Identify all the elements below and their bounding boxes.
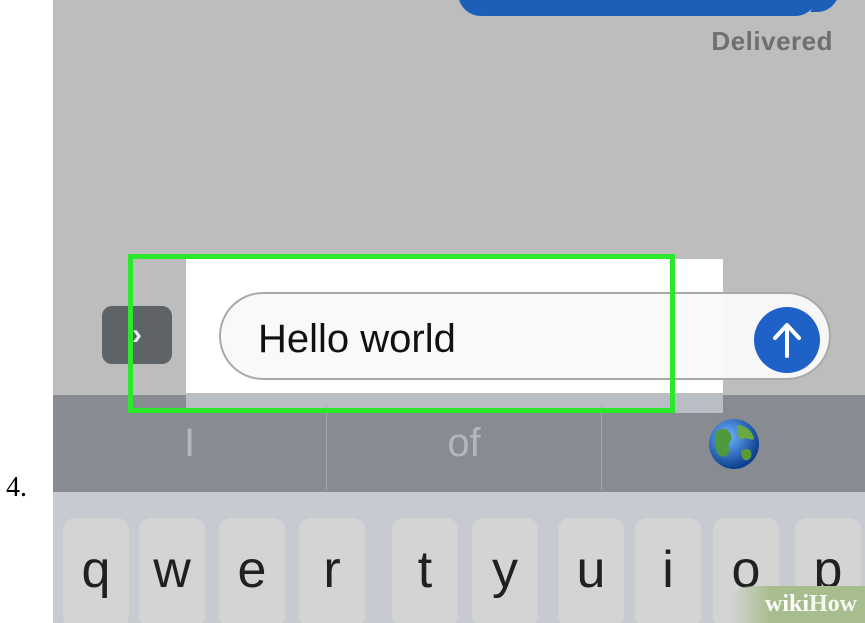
highlight-box [128, 254, 675, 413]
globe-emoji-icon [708, 418, 759, 469]
key-e[interactable]: e [219, 518, 285, 623]
step-number: 4. [6, 472, 27, 503]
key-u[interactable]: u [558, 518, 624, 623]
key-w[interactable]: w [139, 518, 205, 623]
chat-area: Delivered [53, 0, 865, 290]
key-y[interactable]: y [472, 518, 538, 623]
wikihow-watermark: wiki How [730, 586, 865, 623]
send-button[interactable] [754, 307, 820, 373]
key-q[interactable]: q [63, 518, 129, 623]
key-t[interactable]: t [392, 518, 458, 623]
sent-message-bubble[interactable] [458, 0, 818, 16]
watermark-how: How [809, 591, 857, 617]
key-i[interactable]: i [635, 518, 701, 623]
key-r[interactable]: r [299, 518, 365, 623]
arrow-up-icon [773, 323, 801, 358]
bubble-tail [810, 0, 838, 12]
watermark-wiki: wiki [764, 591, 809, 617]
delivery-status: Delivered [711, 26, 833, 56]
